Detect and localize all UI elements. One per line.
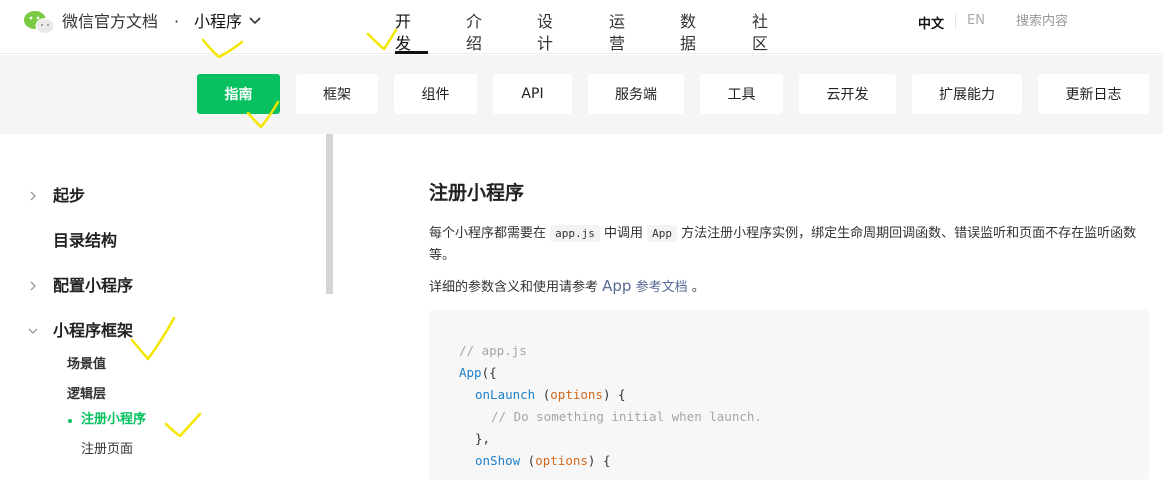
chevron-right-icon[interactable] (28, 280, 38, 292)
sidebar (0, 134, 333, 470)
lang-divider (955, 13, 956, 29)
lang-zh-button[interactable]: 中文 (918, 13, 944, 32)
tab-api[interactable]: API (493, 74, 572, 114)
tab-cloud[interactable]: 云开发 (799, 74, 896, 114)
code-text: }, (475, 431, 491, 446)
top-header: 微信官方文档 · 小程序 开发 介绍 设计 运营 数据 社区 中文 EN 搜索内… (0, 0, 1163, 54)
sidebar-scrollbar[interactable] (326, 134, 333, 294)
code-function: App (459, 365, 482, 380)
chevron-down-icon[interactable] (28, 325, 38, 337)
code-line: // Do something initial when launch. (491, 406, 762, 428)
code-param: options (550, 387, 603, 402)
code-line: onLaunch (options) { (475, 384, 626, 406)
tab-changelog[interactable]: 更新日志 (1038, 74, 1149, 114)
sidebar-subitem-scene[interactable]: 场景值 (67, 356, 106, 374)
chevron-down-icon[interactable] (249, 14, 261, 28)
search-input[interactable]: 搜索内容 (1006, 0, 1163, 44)
lang-en-button[interactable]: EN (967, 13, 985, 28)
sidebar-item-config[interactable]: 配置小程序 (53, 275, 133, 297)
inline-code: App (647, 225, 678, 242)
page-title: 注册小程序 (429, 182, 525, 204)
code-comment: // Do something initial when launch. (491, 409, 762, 424)
nav-community[interactable]: 社区 (752, 11, 768, 55)
code-text: ({ (481, 365, 497, 380)
nav-data[interactable]: 数据 (680, 11, 696, 55)
code-line: // app.js (459, 340, 527, 362)
code-param: options (535, 453, 588, 468)
tab-components[interactable]: 组件 (394, 74, 477, 114)
sidebar-subitem-logic[interactable]: 逻辑层 (67, 386, 106, 404)
app-reference-link[interactable]: App 参考文档 (602, 277, 688, 295)
text: 中调用 (599, 226, 648, 241)
code-block: // app.js App({ onLaunch (options) { // … (429, 310, 1149, 480)
nav-intro[interactable]: 介绍 (466, 11, 482, 55)
nav-develop[interactable]: 开发 (395, 11, 411, 55)
code-line: App({ (459, 362, 497, 384)
text: 详细的参数含义和使用请参考 (429, 280, 603, 295)
tab-server[interactable]: 服务端 (588, 74, 684, 114)
code-line: onShow (options) { (475, 450, 610, 472)
site-title[interactable]: 微信官方文档 (62, 11, 158, 33)
code-text: ) { (587, 453, 611, 468)
code-function: onLaunch (475, 387, 536, 402)
intro-paragraph: 每个小程序都需要在 app.js 中调用 App 方法注册小程序实例，绑定生命周… (429, 223, 1151, 267)
inline-code: app.js (550, 225, 600, 242)
code-text: ) { (602, 387, 626, 402)
link-text[interactable]: App (602, 277, 631, 295)
tab-guide[interactable]: 指南 (197, 74, 280, 114)
sidebar-subitem-register-page[interactable]: 注册页面 (81, 441, 133, 459)
active-bullet-icon (68, 419, 72, 423)
code-function: onShow (475, 453, 521, 468)
reference-paragraph: 详细的参数含义和使用请参考 App 参考文档 。 (429, 275, 1151, 299)
wechat-logo-icon[interactable] (22, 9, 56, 35)
sidebar-item-start[interactable]: 起步 (53, 185, 85, 207)
code-comment: // app.js (459, 343, 527, 358)
sidebar-subitem-register-app[interactable]: 注册小程序 (81, 411, 146, 429)
nav-design[interactable]: 设计 (537, 11, 553, 55)
code-text: ( (520, 453, 536, 468)
link-text[interactable]: 参考文档 (631, 280, 688, 295)
code-line: }, (475, 428, 490, 450)
chevron-right-icon[interactable] (28, 190, 38, 202)
tab-tools[interactable]: 工具 (700, 74, 783, 114)
product-switcher[interactable]: 小程序 (194, 11, 242, 33)
code-text: ( (535, 387, 551, 402)
category-tab-bar: 指南 框架 组件 API 服务端 工具 云开发 扩展能力 更新日志 (0, 55, 1163, 134)
text: 。 (687, 280, 705, 295)
tab-framework[interactable]: 框架 (296, 74, 378, 114)
sidebar-item-structure[interactable]: 目录结构 (53, 230, 117, 252)
sidebar-item-framework[interactable]: 小程序框架 (53, 320, 133, 342)
text: 每个小程序都需要在 (429, 226, 551, 241)
tab-extensions[interactable]: 扩展能力 (912, 74, 1022, 114)
title-separator: · (174, 12, 180, 31)
nav-operation[interactable]: 运营 (609, 11, 625, 55)
nav-active-indicator (395, 51, 428, 54)
